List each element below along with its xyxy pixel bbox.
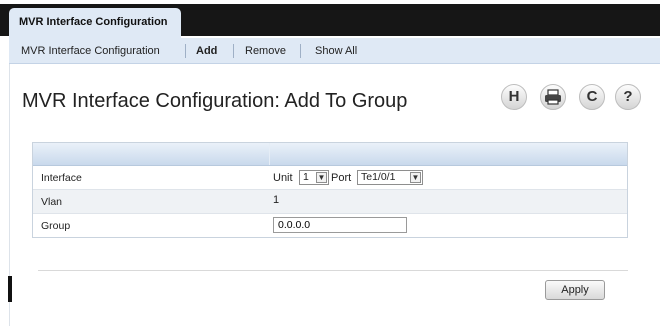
print-button[interactable] <box>540 84 566 110</box>
subnav-remove[interactable]: Remove <box>245 45 286 57</box>
table-row-vlan: Vlan 1 <box>33 190 627 214</box>
subnav-add[interactable]: Add <box>196 45 217 57</box>
group-input[interactable] <box>273 217 407 233</box>
save-button[interactable]: H <box>501 84 527 110</box>
subnav-separator <box>300 44 301 58</box>
port-select-value: Te1/0/1 <box>361 171 396 183</box>
subnav-separator <box>233 44 234 58</box>
refresh-button[interactable]: C <box>579 84 605 110</box>
group-label: Group <box>41 220 71 232</box>
header-divider <box>269 143 270 165</box>
interface-value: Unit 1 ▼ Port Te1/0/1 ▼ <box>273 170 473 186</box>
vlan-value: 1 <box>273 194 280 206</box>
port-select[interactable]: Te1/0/1 ▼ <box>357 170 423 185</box>
apply-button[interactable]: Apply <box>545 280 605 300</box>
printer-icon <box>545 89 561 105</box>
save-icon: H <box>508 88 520 105</box>
unit-select[interactable]: 1 ▼ <box>299 170 329 185</box>
tab-mvr-interface-configuration[interactable]: MVR Interface Configuration <box>9 8 181 38</box>
chevron-down-icon: ▼ <box>410 172 421 183</box>
subnav-separator <box>185 44 186 58</box>
page-title: MVR Interface Configuration: Add To Grou… <box>22 90 408 112</box>
footer-divider <box>38 270 628 271</box>
refresh-icon: C <box>586 88 598 105</box>
unit-select-value: 1 <box>303 171 309 183</box>
subnav-mvr-interface-configuration[interactable]: MVR Interface Configuration <box>21 45 160 57</box>
table-header <box>33 143 627 166</box>
sub-navigation: MVR Interface Configuration Add Remove S… <box>9 38 660 64</box>
configuration-table: Interface Unit 1 ▼ Port Te1/0/1 ▼ Vlan 1… <box>32 142 628 238</box>
vlan-label: Vlan <box>41 196 63 208</box>
help-button[interactable]: ? <box>615 84 641 110</box>
interface-label: Interface <box>41 172 82 184</box>
group-value <box>273 217 413 234</box>
table-row-group: Group <box>33 214 627 237</box>
table-row-interface: Interface Unit 1 ▼ Port Te1/0/1 ▼ <box>33 166 627 190</box>
help-icon: ? <box>623 88 633 105</box>
left-edge-marker <box>8 276 12 302</box>
subnav-show-all[interactable]: Show All <box>315 45 357 57</box>
chevron-down-icon: ▼ <box>316 172 327 183</box>
port-label: Port <box>331 172 352 184</box>
unit-label: Unit <box>273 172 293 184</box>
